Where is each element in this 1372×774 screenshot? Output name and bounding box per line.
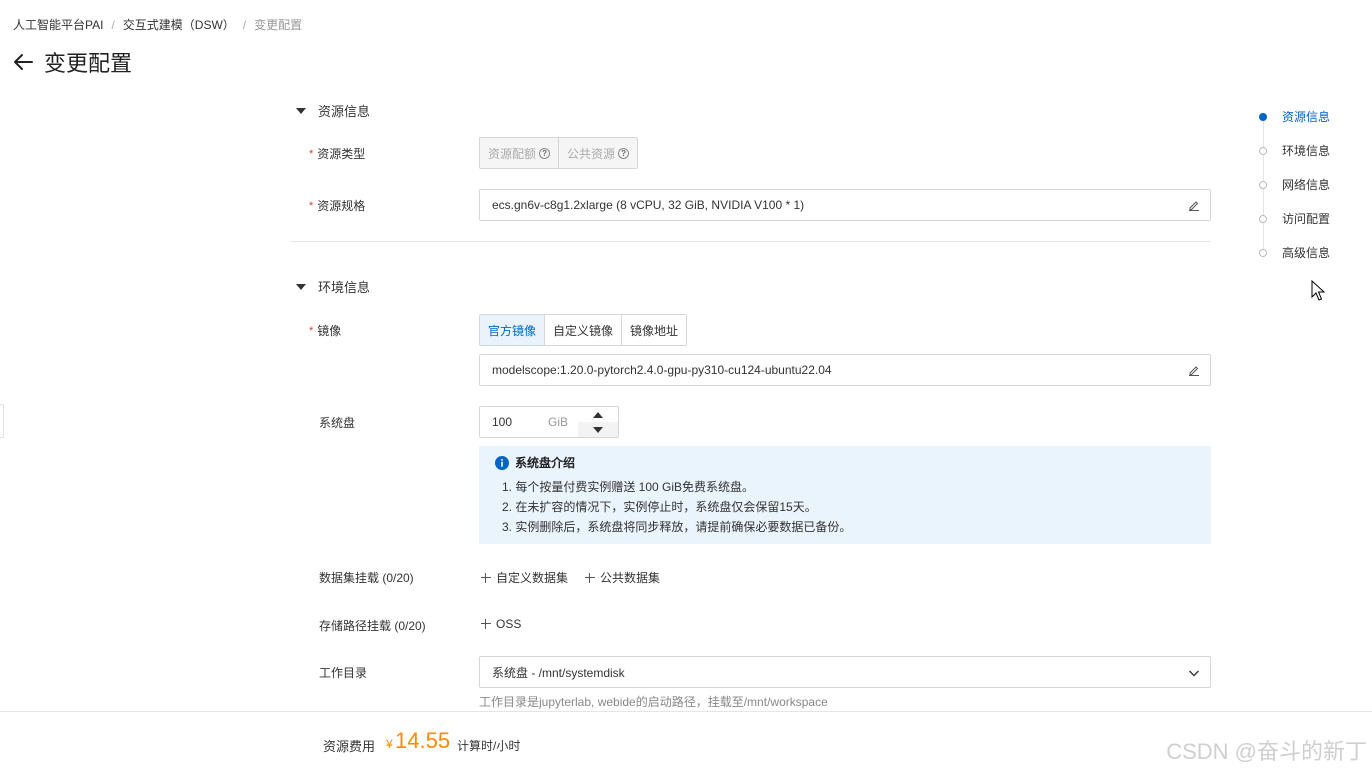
system-disk-input[interactable] (492, 415, 548, 429)
caret-down-icon (296, 107, 306, 114)
watermark: CSDN @奋斗的新丁 (1166, 739, 1367, 764)
mouse-cursor-icon (1311, 279, 1326, 302)
image-tab-address[interactable]: 镜像地址 (622, 315, 687, 345)
image-field[interactable]: modelscope:1.20.0-pytorch2.4.0-gpu-py310… (479, 354, 1211, 386)
section-header-environment[interactable]: 环境信息 (296, 277, 370, 296)
image-source-tabs: 官方镜像 自定义镜像 镜像地址 (479, 314, 688, 346)
notice-title: 系统盘介绍 (515, 456, 576, 470)
chevron-down-icon (1188, 667, 1200, 679)
resource-spec-field[interactable]: ecs.gn6v-c8g1.2xlarge (8 vCPU, 32 GiB, N… (479, 189, 1211, 221)
cost-label: 资源费用 (323, 739, 376, 754)
help-icon[interactable]: ? (618, 147, 630, 159)
breadcrumb-separator: / (242, 17, 247, 32)
resource-spec-value: ecs.gn6v-c8g1.2xlarge (8 vCPU, 32 GiB, N… (492, 198, 805, 212)
add-oss-button[interactable]: OSS (481, 617, 521, 631)
system-disk-label: 系统盘 (319, 416, 356, 430)
workdir-select[interactable]: 系统盘 - /mnt/systemdisk (479, 656, 1211, 688)
section-title-environment: 环境信息 (318, 280, 371, 295)
add-custom-dataset-label: 自定义数据集 (496, 571, 569, 585)
anchor-dot (1259, 248, 1267, 257)
section-title-resource: 资源信息 (318, 104, 371, 119)
cost-amount: 14.55 (395, 728, 451, 753)
stepper-buttons (578, 407, 618, 437)
system-disk-stepper: GiB (479, 406, 619, 438)
resource-type-public-label: 公共资源 (567, 146, 616, 161)
anchor-item-network[interactable]: 网络信息 (1258, 176, 1358, 193)
anchor-item-advanced[interactable]: 高级信息 (1258, 244, 1358, 261)
system-disk-unit: GiB (548, 415, 569, 429)
notice-item: 3. 实例删除后，系统盘将同步释放，请提前确保必要数据已备份。 (502, 520, 852, 534)
breadcrumb: 人工智能平台PAI / 交互式建模（DSW） / 变更配置 (13, 16, 302, 33)
resource-spec-label-text: 资源规格 (317, 199, 366, 213)
required-asterisk: * (309, 324, 314, 337)
section-divider (291, 241, 1211, 242)
notice-item: 1. 每个按量付费实例赠送 100 GiB免费系统盘。 (502, 480, 755, 494)
storage-mount-label: 存储路径挂载 (0/20) (319, 619, 426, 633)
anchor-label: 访问配置 (1282, 212, 1331, 226)
image-label: * 镜像 (309, 322, 341, 339)
notice-item: 2. 在未扩容的情况下，实例停止时，系统盘仅会保留15天。 (502, 500, 817, 514)
breadcrumb-item-pai[interactable]: 人工智能平台PAI (13, 16, 103, 33)
increment-button[interactable] (578, 407, 618, 422)
add-public-dataset-label: 公共数据集 (600, 571, 661, 585)
resource-type-quota-option[interactable]: 资源配额 ? (480, 138, 560, 168)
workdir-label: 工作目录 (319, 666, 368, 680)
anchor-dot (1259, 146, 1267, 155)
anchor-item-environment[interactable]: 环境信息 (1258, 142, 1358, 159)
required-asterisk: * (309, 199, 314, 212)
resource-spec-label: * 资源规格 (309, 197, 365, 214)
image-value: modelscope:1.20.0-pytorch2.4.0-gpu-py310… (492, 363, 832, 377)
resource-type-label: * 资源类型 (309, 145, 365, 162)
currency-symbol: ¥ (386, 737, 393, 751)
dataset-mount-label: 数据集挂载 (0/20) (319, 571, 414, 585)
info-icon (495, 455, 509, 470)
help-icon[interactable]: ? (539, 147, 551, 159)
workdir-hint: 工作目录是jupyterlab, webide的启动路径，挂载至/mnt/wor… (479, 695, 828, 709)
anchor-dot (1259, 180, 1267, 189)
anchor-label: 网络信息 (1282, 178, 1331, 192)
workdir-value: 系统盘 - /mnt/systemdisk (492, 665, 625, 680)
back-arrow-icon[interactable] (12, 51, 34, 73)
image-label-text: 镜像 (317, 324, 342, 338)
cost-unit: 计算时/小时 (457, 739, 521, 753)
plus-icon (481, 572, 491, 583)
edit-icon[interactable] (1188, 364, 1200, 376)
breadcrumb-separator: / (111, 17, 115, 32)
plus-icon (481, 619, 491, 629)
breadcrumb-item-current: 变更配置 (254, 18, 303, 32)
page-title: 变更配置 (44, 51, 133, 76)
resource-type-quota-label: 资源配额 (488, 146, 537, 161)
side-panel-tab[interactable] (0, 404, 4, 438)
anchor-dot (1259, 214, 1267, 223)
caret-down-icon (296, 283, 306, 290)
system-disk-notice: 系统盘介绍 1. 每个按量付费实例赠送 100 GiB免费系统盘。 2. 在未扩… (479, 446, 1211, 544)
breadcrumb-item-dsw[interactable]: 交互式建模（DSW） (123, 16, 235, 33)
edit-icon[interactable] (1188, 199, 1200, 211)
page-header: 变更配置 (12, 46, 132, 78)
add-oss-label: OSS (496, 617, 522, 631)
required-asterisk: * (309, 147, 314, 160)
image-tab-official[interactable]: 官方镜像 (480, 315, 546, 345)
resource-type-public-option[interactable]: 公共资源 ? (559, 138, 638, 168)
triangle-down-icon (593, 426, 603, 433)
resource-type-selector: 资源配额 ? 公共资源 ? (479, 137, 639, 169)
decrement-button[interactable] (578, 422, 618, 437)
anchor-label: 资源信息 (1282, 110, 1331, 124)
resource-type-label-text: 资源类型 (317, 147, 366, 161)
anchor-dot (1259, 112, 1267, 121)
add-custom-dataset-button[interactable]: 自定义数据集 (481, 569, 568, 586)
anchor-item-resource[interactable]: 资源信息 (1258, 108, 1358, 125)
notice-header: 系统盘介绍 (495, 454, 1195, 471)
plus-icon (585, 572, 595, 583)
image-tab-custom[interactable]: 自定义镜像 (545, 315, 623, 345)
anchor-item-access[interactable]: 访问配置 (1258, 210, 1358, 227)
section-header-resource[interactable]: 资源信息 (296, 101, 370, 120)
anchor-label: 环境信息 (1282, 144, 1331, 158)
anchor-label: 高级信息 (1282, 246, 1331, 260)
footer-bar: 资源费用 ¥ 14.55 计算时/小时 CSDN @奋斗的新丁 (0, 711, 1372, 774)
add-public-dataset-button[interactable]: 公共数据集 (585, 569, 660, 586)
triangle-up-icon (593, 411, 603, 418)
